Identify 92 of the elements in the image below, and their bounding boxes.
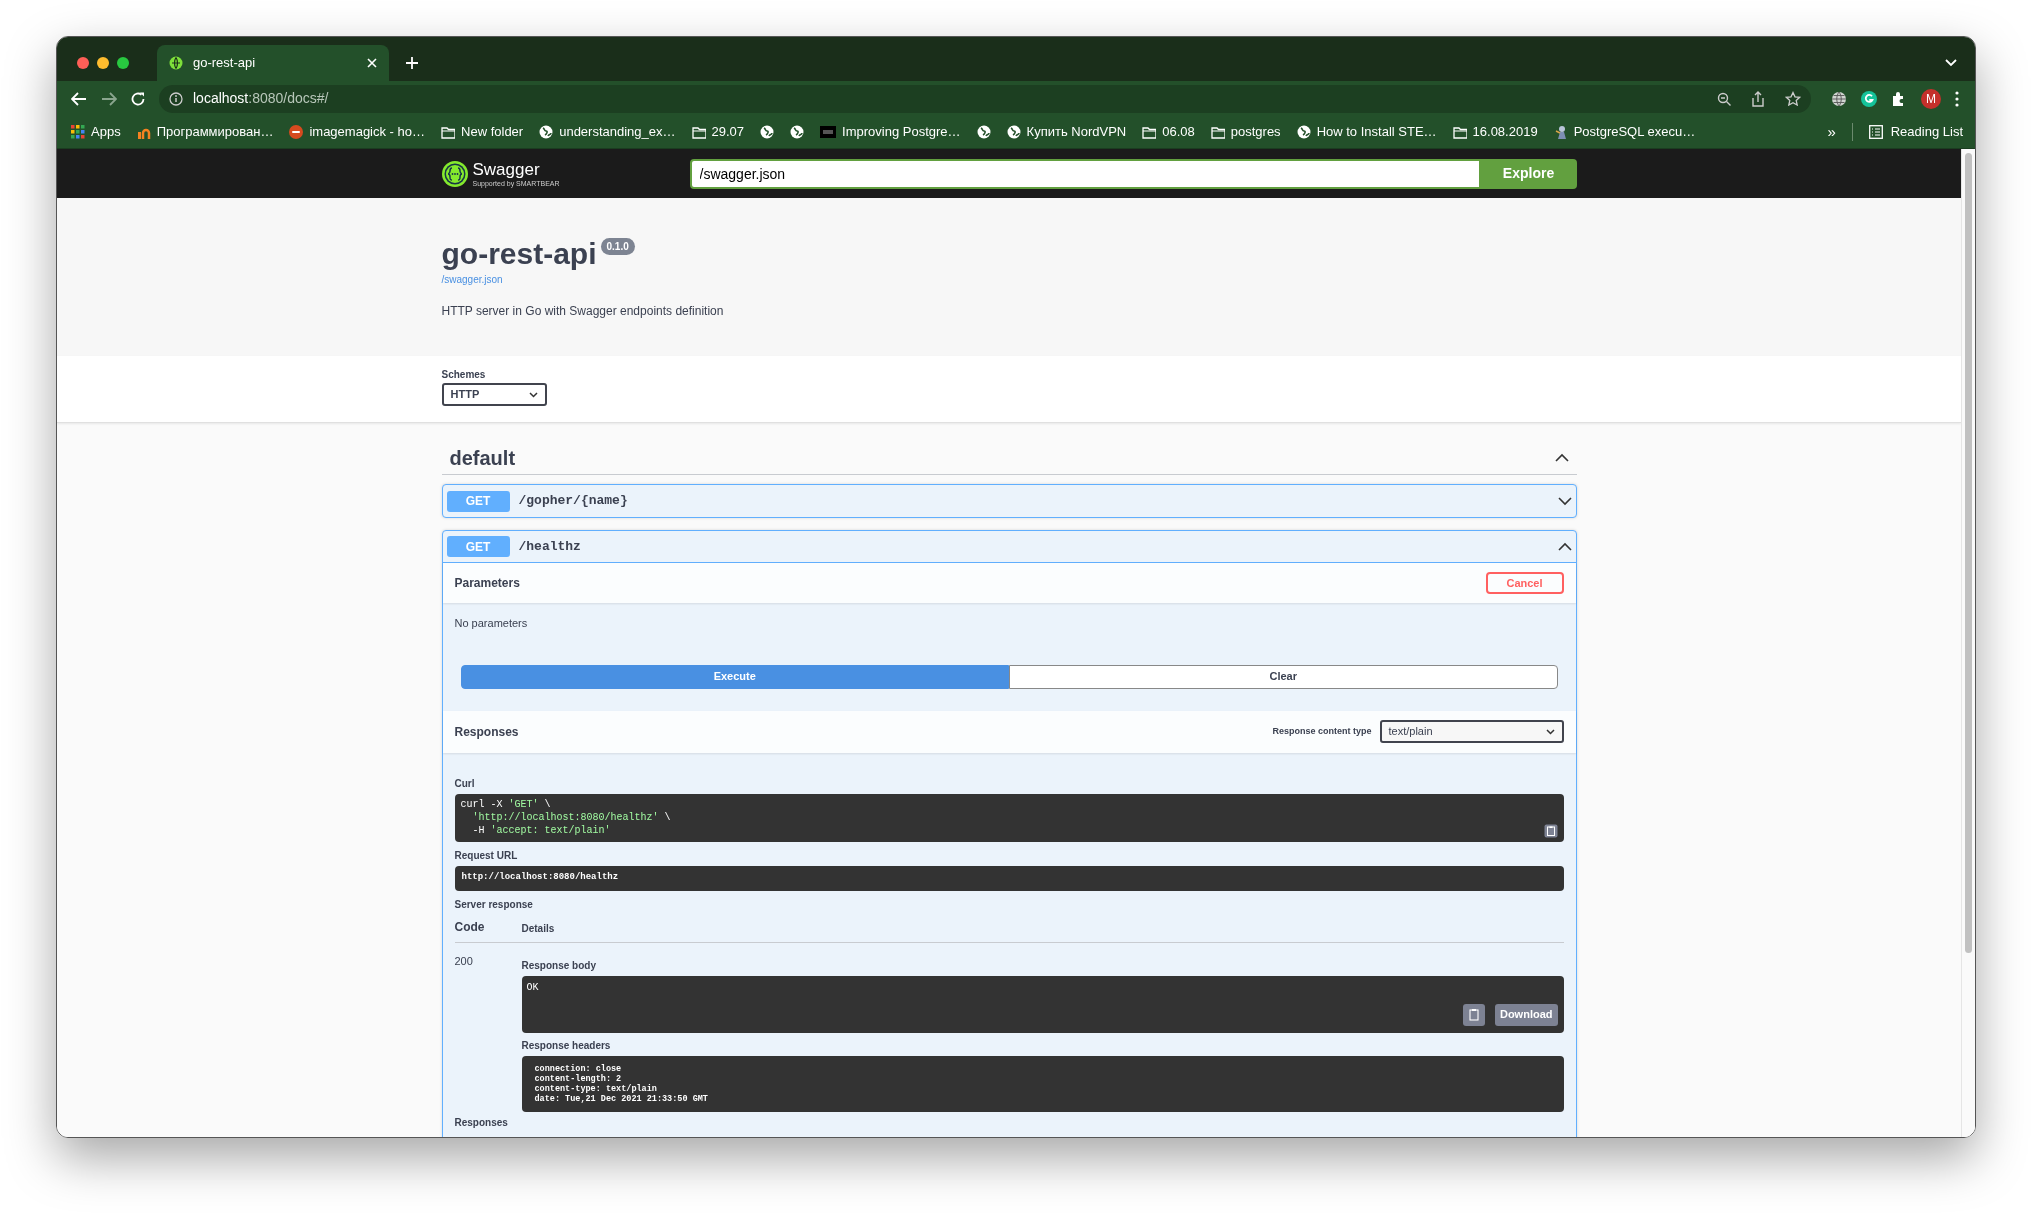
bookmark-item[interactable]: imagemagick - ho… — [289, 120, 426, 144]
bookmark-item[interactable]: How to Install STE… — [1296, 120, 1437, 144]
globe-icon — [1296, 125, 1311, 139]
share-icon[interactable] — [1751, 90, 1765, 107]
bookmarks-overflow[interactable]: » — [1827, 120, 1836, 144]
url-field[interactable]: /swagger.json — [689, 158, 1481, 189]
tab-title: go-rest-api — [193, 54, 257, 73]
chevron-down-icon — [1545, 728, 1555, 735]
folder-icon — [441, 125, 456, 139]
address-text: localhost:8080/docs#/ — [193, 89, 330, 108]
column-header: Details — [521, 921, 555, 936]
section-header[interactable]: default — [441, 441, 1577, 475]
profile-avatar[interactable]: M — [1921, 88, 1941, 109]
reload-icon[interactable] — [131, 91, 145, 106]
bookmark-item[interactable]: Improving Postgre… — [820, 120, 961, 144]
window-control-icon[interactable] — [77, 57, 89, 69]
grammar-extension-icon[interactable] — [1861, 90, 1877, 107]
bookmark-item[interactable]: 29.07 — [691, 120, 745, 144]
api-title: go-rest-api — [441, 236, 597, 272]
method-badge: GET — [446, 536, 510, 557]
copy-icon[interactable] — [1462, 1003, 1485, 1026]
bookmark-icon[interactable] — [976, 125, 991, 139]
bookmark-item[interactable]: Купить NordVPN — [1006, 120, 1127, 144]
copy-icon[interactable] — [1543, 823, 1558, 838]
site-icon — [1553, 125, 1568, 139]
bookmark-item[interactable]: PostgreSQL execu… — [1553, 120, 1696, 144]
folder-icon — [1142, 125, 1157, 139]
endpoint-path: /healthz — [518, 537, 582, 556]
logo-text: Swagger — [472, 160, 541, 178]
site-icon — [289, 125, 304, 139]
operation-header[interactable]: GET /gopher/{name} — [442, 485, 1576, 517]
bookmark-item[interactable]: 16.08.2019 — [1452, 120, 1538, 144]
field-label: Response body — [521, 958, 597, 973]
globe-icon[interactable] — [1831, 90, 1847, 107]
section-title: Responses — [454, 723, 519, 741]
swagger-logo-icon — [441, 160, 468, 187]
api-description: HTTP server in Go with Swagger endpoints definition — [441, 303, 725, 320]
more-menu-icon[interactable] — [1955, 90, 1959, 107]
back-icon[interactable] — [71, 91, 87, 106]
window-control-icon[interactable] — [97, 57, 109, 69]
bookmark-item[interactable]: postgres — [1210, 120, 1281, 144]
folder-icon — [1452, 125, 1467, 139]
bookmark-item[interactable]: Apps — [71, 120, 121, 144]
request-url: http://localhost:8080/healthz — [461, 871, 619, 885]
window-control-icon[interactable] — [117, 57, 129, 69]
bookmark-icon[interactable] — [790, 125, 805, 139]
browser-tab[interactable]: go-rest-api — [157, 45, 389, 81]
content-type-select[interactable]: text/plain — [1379, 720, 1564, 743]
close-icon[interactable] — [367, 58, 377, 68]
list-icon — [1868, 125, 1883, 139]
bookmark-item[interactable]: understanding_ex… — [539, 120, 676, 144]
field-label: Response content type — [1272, 724, 1372, 738]
response-code: 200 — [454, 953, 474, 969]
info-icon — [169, 91, 183, 106]
download-button[interactable]: Download — [1494, 1003, 1558, 1026]
chevron-down-icon — [528, 391, 538, 398]
schemes-label: Schemes — [441, 368, 487, 382]
response-body: OK — [526, 980, 539, 995]
scheme-select[interactable]: HTTP — [441, 383, 547, 406]
folder-icon — [1210, 125, 1225, 139]
curl-command: curl -X 'GET' \ 'http://localhost:8080/healthz' \ -H 'accept: text/plain' — [460, 797, 671, 837]
address-bar[interactable]: localhost:8080/docs#/ — [159, 84, 1811, 113]
reading-list-button[interactable]: Reading List — [1868, 122, 1963, 142]
zoom-out-icon[interactable] — [1717, 91, 1731, 106]
response-headers: connection: close content-length: 2 content-type: text/plain date: Tue,21 Dec 2021 21:33:50 GMT — [534, 1063, 708, 1104]
method-badge: GET — [446, 490, 510, 512]
globe-icon — [539, 125, 554, 139]
column-header: Code — [454, 918, 486, 936]
bookmark-icon[interactable] — [760, 125, 775, 139]
chevron-down-icon[interactable] — [1945, 59, 1957, 67]
globe-icon — [1006, 125, 1021, 139]
endpoint-path: /gopher/{name} — [518, 492, 629, 511]
apps-grid-icon — [71, 125, 85, 139]
field-label: Server response — [454, 897, 534, 912]
star-icon[interactable] — [1785, 90, 1801, 107]
new-tab-icon[interactable] — [405, 56, 419, 70]
clear-button[interactable]: Clear — [1009, 664, 1558, 689]
globe-icon — [169, 56, 183, 70]
site-icon — [820, 125, 837, 139]
folder-icon — [691, 125, 706, 139]
bookmark-item[interactable]: 06.08 — [1142, 120, 1195, 144]
forward-icon[interactable] — [101, 91, 117, 106]
field-label: Curl — [454, 776, 476, 791]
version-badge: 0.1.0 — [600, 238, 635, 255]
section-title: Parameters — [454, 575, 520, 592]
bookmark-item[interactable]: New folder — [441, 120, 524, 144]
field-label: Request URL — [454, 848, 519, 863]
bookmark-item[interactable]: Программирован… — [136, 120, 274, 144]
section-title: Responses — [454, 1115, 509, 1130]
field-label: Response headers — [521, 1038, 612, 1053]
empty-message: No parameters — [454, 616, 529, 631]
scrollbar-thumb[interactable] — [1965, 153, 1972, 953]
